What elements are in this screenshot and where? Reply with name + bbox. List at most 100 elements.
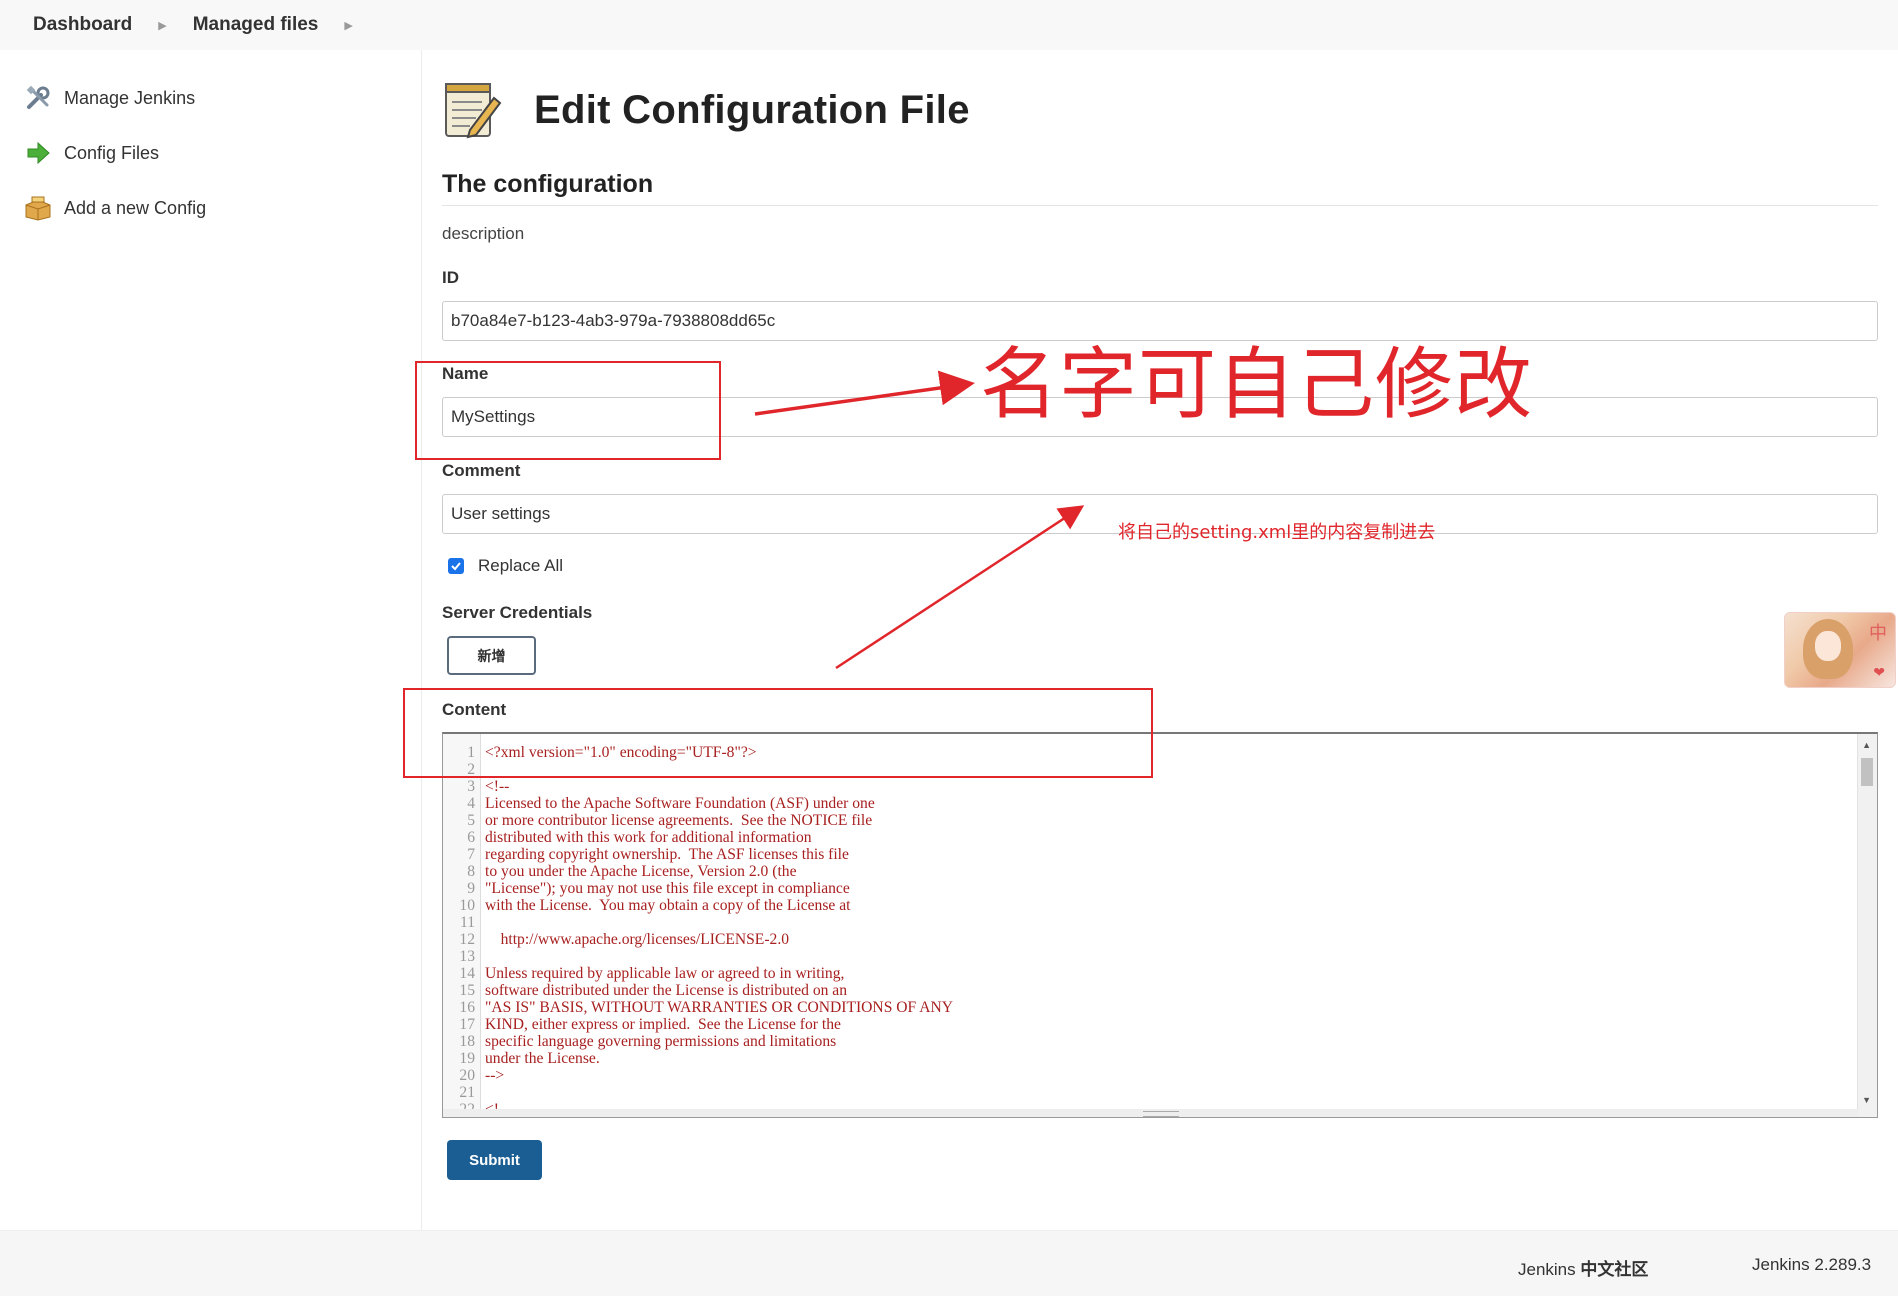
line-number: 4 (467, 795, 475, 812)
page-title: Edit Configuration File (534, 87, 970, 132)
line-number: 20 (459, 1067, 475, 1084)
line-number: 12 (459, 931, 475, 948)
code-text: to you under the Apache License, Version… (485, 863, 797, 880)
code-text: http://www.apache.org/licenses/LICENSE-2… (485, 931, 790, 948)
code-line: 3 <!-- (443, 778, 953, 795)
code-line: 14 Unless required by applicable law or a… (443, 965, 953, 982)
line-number: 16 (459, 999, 475, 1016)
code-lines: 1 <?xml version="1.0" encoding="UTF-8"?> 2… (443, 744, 953, 1117)
line-number: 15 (459, 982, 475, 999)
breadcrumb-dashboard[interactable]: Dashboard (33, 14, 132, 36)
line-number: 21 (459, 1084, 475, 1101)
line-number: 3 (467, 778, 475, 795)
mascot-face (1815, 631, 1841, 661)
line-number: 7 (467, 846, 475, 863)
code-line: 18 specific language governing permission… (443, 1033, 953, 1050)
line-number: 18 (459, 1033, 475, 1050)
comment-label: Comment (442, 461, 521, 480)
code-text: software distributed under the License i… (485, 982, 848, 999)
code-text: "License"); you may not use this file ex… (485, 880, 850, 897)
mascot-widget[interactable]: 中 ❤ (1784, 612, 1896, 688)
annotation-name-box (415, 361, 721, 460)
scroll-thumb[interactable] (1861, 758, 1873, 786)
id-label: ID (442, 268, 459, 287)
line-number: 5 (467, 812, 475, 829)
package-icon (24, 194, 52, 222)
code-line: 13 (443, 948, 953, 965)
line-number: 13 (459, 948, 475, 965)
line-number: 14 (459, 965, 475, 982)
footer-version[interactable]: Jenkins 2.289.3 (1752, 1255, 1871, 1275)
code-text: or more contributor license agreements. … (485, 812, 873, 829)
code-line: 16 "AS IS" BASIS, WITHOUT WARRANTIES OR C… (443, 999, 953, 1016)
footer-community-link[interactable]: Jenkins 中文社区 (1518, 1255, 1648, 1280)
check-icon (451, 562, 461, 571)
chevron-right-icon[interactable]: ▶ (344, 19, 352, 32)
code-text: <!-- (485, 778, 510, 795)
code-text: Unless required by applicable law or agr… (485, 965, 845, 982)
mascot-char: 中 (1869, 623, 1887, 644)
footer-community-prefix: Jenkins (1518, 1260, 1576, 1279)
code-line: 10 with the License. You may obtain a cop… (443, 897, 953, 914)
scroll-up-icon[interactable]: ▲ (1862, 740, 1871, 750)
code-line: 4 Licensed to the Apache Software Foundat… (443, 795, 953, 812)
code-text: regarding copyright ownership. The ASF l… (485, 846, 849, 863)
annotation-content-box (403, 688, 1153, 778)
code-line: 19 under the License. (443, 1050, 953, 1067)
code-line: 6 distributed with this work for addition… (443, 829, 953, 846)
line-number: 11 (459, 914, 475, 931)
annotation-small-text: 将自己的setting.xml里的内容复制进去 (1118, 522, 1436, 543)
code-line: 11 (443, 914, 953, 931)
sidebar-item-label: Config Files (64, 142, 160, 163)
sidebar-item-label: Manage Jenkins (64, 87, 196, 108)
line-number: 8 (467, 863, 475, 880)
sidebar-item-add-new-config[interactable]: Add a new Config (0, 194, 421, 222)
heart-icon: ❤ (1873, 664, 1885, 680)
replace-all-row: Replace All (448, 556, 563, 576)
breadcrumb-managed-files[interactable]: Managed files (193, 14, 319, 36)
code-line: 15 software distributed under the License… (443, 982, 953, 999)
tools-icon (24, 84, 52, 112)
scroll-down-icon[interactable]: ▼ (1862, 1095, 1871, 1105)
code-text: --> (485, 1067, 505, 1084)
code-text: with the License. You may obtain a copy … (485, 897, 851, 914)
code-line: 8 to you under the Apache License, Versio… (443, 863, 953, 880)
code-text: distributed with this work for additiona… (485, 829, 812, 846)
breadcrumb-bar: Dashboard ▶ Managed files ▶ (0, 0, 1898, 50)
notepad-icon (442, 80, 502, 140)
line-number: 10 (459, 897, 475, 914)
code-line: 7 regarding copyright ownership. The ASF … (443, 846, 953, 863)
add-credentials-button[interactable]: 新增 (447, 636, 536, 675)
code-line: 21 (443, 1084, 953, 1101)
code-line: 12 http://www.apache.org/licenses/LICENS… (443, 931, 953, 948)
chevron-right-icon[interactable]: ▶ (158, 19, 166, 32)
code-text: KIND, either express or implied. See the… (485, 1016, 841, 1033)
line-number: 6 (467, 829, 475, 846)
code-text: specific language governing permissions … (485, 1033, 837, 1050)
editor-scrollbar[interactable]: ▲ ▼ (1857, 734, 1877, 1117)
sidebar-item-manage-jenkins[interactable]: Manage Jenkins (0, 84, 421, 112)
line-number: 19 (459, 1050, 475, 1067)
sidebar-item-config-files[interactable]: Config Files (0, 139, 421, 167)
code-text: under the License. (485, 1050, 600, 1067)
resize-handle[interactable] (1143, 1111, 1179, 1117)
sidebar-item-label: Add a new Config (64, 197, 207, 218)
section-title: The configuration (442, 170, 1878, 206)
server-credentials-label: Server Credentials (442, 603, 593, 622)
sidebar: Manage Jenkins Config Files Add a new Co… (0, 50, 422, 1230)
replace-all-checkbox[interactable] (448, 558, 464, 574)
description-text: description (442, 224, 525, 243)
code-line: 5 or more contributor license agreements.… (443, 812, 953, 829)
page-header: Edit Configuration File (442, 80, 970, 140)
code-text: Licensed to the Apache Software Foundati… (485, 795, 875, 812)
line-number: 9 (467, 880, 475, 897)
code-line: 20 --> (443, 1067, 953, 1084)
submit-button[interactable]: Submit (447, 1140, 542, 1180)
footer: Jenkins 中文社区 Jenkins 2.289.3 (0, 1230, 1898, 1296)
footer-community-suffix: 中文社区 (1580, 1260, 1649, 1279)
content-editor[interactable]: 1 <?xml version="1.0" encoding="UTF-8"?> 2… (442, 732, 1878, 1118)
code-line: 9 "License"); you may not use this file e… (443, 880, 953, 897)
replace-all-label: Replace All (478, 556, 564, 575)
